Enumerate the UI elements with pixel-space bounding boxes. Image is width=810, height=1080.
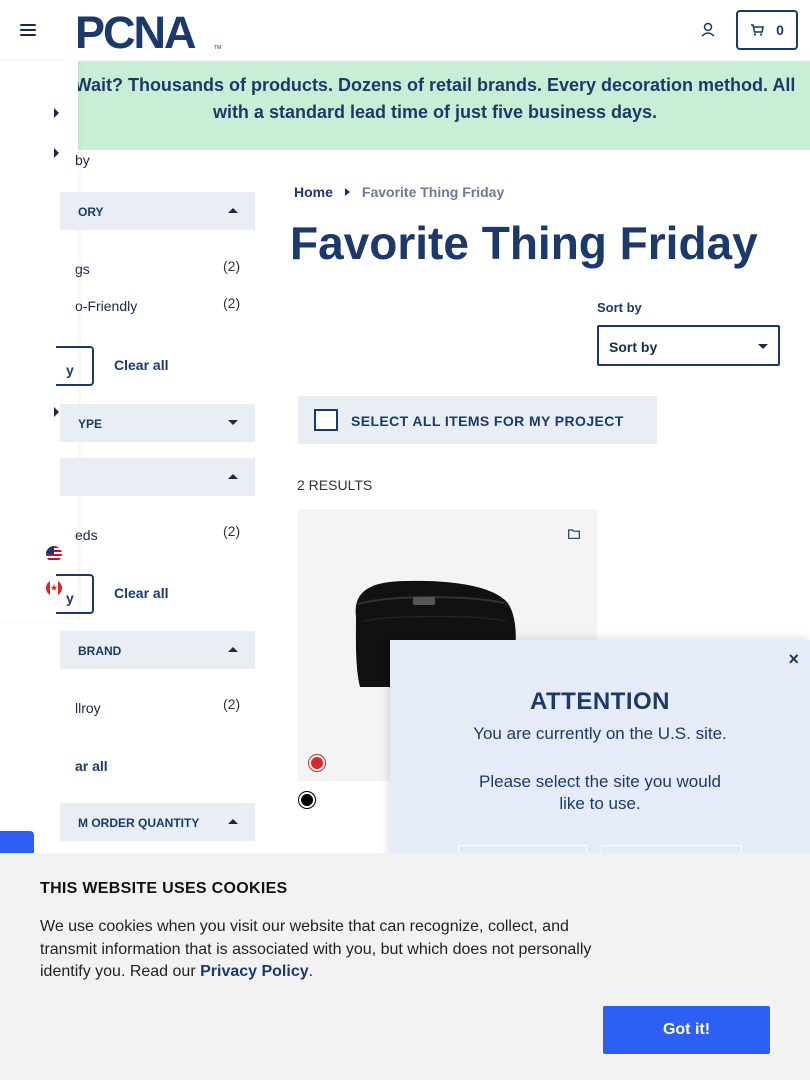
- filter-count: (2): [223, 696, 241, 712]
- cart-icon: [751, 24, 765, 36]
- filter-count: (2): [223, 523, 241, 539]
- clear-all-link[interactable]: Clear all: [114, 585, 168, 601]
- region-drawer: [0, 61, 78, 621]
- caret-up-icon: [228, 208, 238, 213]
- svg-text:TM: TM: [214, 45, 221, 51]
- cookie-title: THIS WEBSITE USES COOKIES: [40, 880, 288, 897]
- filter-count: (2): [223, 295, 241, 311]
- svg-text:PCNA: PCNA: [75, 10, 196, 52]
- clear-all-link[interactable]: Clear all: [114, 357, 168, 373]
- modal-title: ATTENTION: [529, 688, 671, 715]
- filter-header[interactable]: [60, 458, 255, 496]
- got-it-button[interactable]: Got it!: [603, 1006, 770, 1054]
- us-flag-icon[interactable]: [46, 546, 62, 562]
- site-header: PCNA TM 0: [0, 0, 810, 61]
- filter-option[interactable]: gs: [75, 261, 90, 277]
- promo-banner: Wait? Thousands of products. Dozens of r…: [0, 61, 810, 150]
- caret-down-icon: [228, 420, 238, 425]
- privacy-policy-link[interactable]: Privacy Policy: [200, 963, 309, 980]
- color-swatch-black[interactable]: [299, 792, 315, 808]
- sidebar-partial-label: by: [75, 152, 90, 168]
- results-count: 2 RESULTS: [297, 477, 373, 493]
- select-all-checkbox[interactable]: [314, 409, 338, 431]
- clear-all-link[interactable]: ar all: [75, 758, 108, 774]
- breadcrumb-home[interactable]: Home: [294, 184, 333, 200]
- filter-header-min-quantity[interactable]: M ORDER QUANTITY: [60, 803, 255, 841]
- filter-option[interactable]: o-Friendly: [75, 298, 137, 314]
- feedback-tab[interactable]: [0, 831, 34, 855]
- apply-button[interactable]: y: [56, 346, 94, 386]
- select-all-bar[interactable]: SELECT ALL ITEMS FOR MY PROJECT: [298, 396, 657, 444]
- sort-label: Sort by: [597, 300, 642, 315]
- cookie-banner: THIS WEBSITE USES COOKIES We use cookies…: [0, 853, 810, 1080]
- filter-option[interactable]: eds: [75, 527, 98, 543]
- caret-up-icon: [228, 474, 238, 479]
- filter-header-type[interactable]: YPE: [60, 404, 255, 442]
- filter-header-category[interactable]: ORY: [60, 192, 255, 230]
- select-all-label: SELECT ALL ITEMS FOR MY PROJECT: [351, 413, 624, 429]
- page-title: Favorite Thing Friday: [290, 217, 758, 269]
- hamburger-icon[interactable]: [20, 24, 36, 36]
- modal-prompt-line1: Please select the site you would: [479, 772, 721, 791]
- cookie-text: We use cookies when you visit our websit…: [40, 918, 592, 980]
- pcna-logo[interactable]: PCNA TM: [75, 7, 225, 58]
- caret-up-icon: [228, 819, 238, 824]
- modal-message: You are currently on the U.S. site.: [473, 724, 727, 743]
- filter-header-brand[interactable]: BRAND: [60, 631, 255, 669]
- modal-prompt-line2: like to use.: [559, 794, 641, 813]
- chevron-right-icon: [344, 188, 350, 196]
- filter-option[interactable]: llroy: [75, 700, 101, 716]
- breadcrumb: Home Favorite Thing Friday: [294, 184, 504, 200]
- breadcrumb-current: Favorite Thing Friday: [361, 184, 505, 200]
- color-swatch-red[interactable]: [309, 755, 325, 771]
- sort-select[interactable]: Sort by: [597, 325, 780, 366]
- caret-right-icon[interactable]: [54, 407, 59, 417]
- cart-count: 0: [776, 22, 784, 38]
- caret-right-icon[interactable]: [54, 108, 59, 118]
- user-icon[interactable]: [699, 21, 717, 39]
- apply-button[interactable]: y: [56, 574, 94, 614]
- caret-up-icon: [228, 647, 238, 652]
- caret-right-icon[interactable]: [54, 148, 59, 158]
- cart-button[interactable]: 0: [736, 10, 798, 50]
- site-selection-modal: × ATTENTION You are currently on the U.S…: [390, 640, 810, 885]
- chevron-down-icon: [758, 344, 768, 349]
- filter-count: (2): [223, 258, 241, 274]
- close-icon[interactable]: ×: [788, 649, 799, 670]
